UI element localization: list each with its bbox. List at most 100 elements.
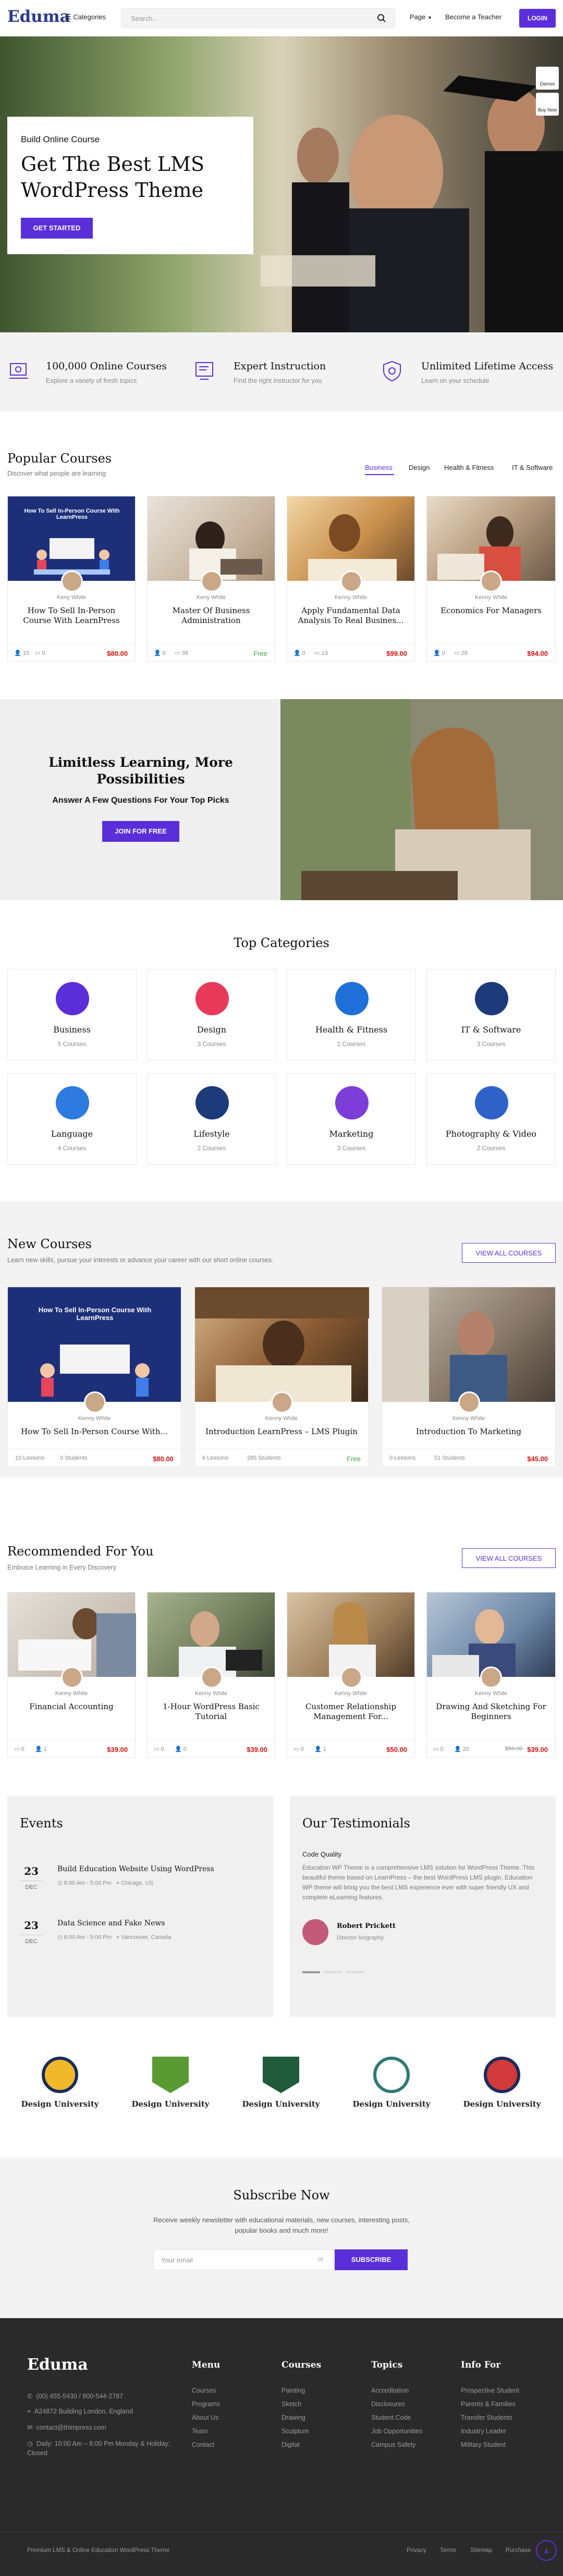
demos-side-button[interactable]: Demos [536,67,559,90]
footer-bottom-link-purchase[interactable]: Purchase [506,2547,531,2554]
footer-link[interactable]: Prospective Student [461,2387,519,2394]
popular-course-card-4[interactable]: Kenny White Economics For Managers 👤 0 ▭… [426,496,556,662]
thumbnail-photo [382,1287,507,1402]
popular-course-card-1[interactable]: How To Sell In-Person Course With LearnP… [7,496,136,662]
category-count: 1 Courses [337,1040,366,1048]
category-card-photography[interactable]: Photography & Video 2 Courses [426,1073,556,1165]
login-button[interactable]: LOGIN [519,9,556,28]
category-card-design[interactable]: Design 3 Courses [147,969,276,1061]
category-count: 3 Courses [337,1144,366,1152]
course-meta: 0 Lessons 51 Students $45.00 [382,1449,555,1467]
subscribe-button[interactable]: SUBSCRIBE [335,2249,408,2270]
join-for-free-button[interactable]: JOIN FOR FREE [102,821,179,842]
recommended-card-2[interactable]: Kenny White 1-Hour WordPress Basic Tutor… [147,1592,275,1758]
footer-link[interactable]: Digital [282,2441,300,2448]
new-course-card-1[interactable]: How To Sell In-Person Course With LearnP… [7,1287,181,1467]
footer-bottom-link-terms[interactable]: Terms [440,2547,456,2554]
footer-email[interactable]: ✉ contact@thimpress.com [27,2423,106,2431]
nav-page[interactable]: Page ▼ [410,13,432,21]
footer-link[interactable]: Job Opportunities [371,2428,422,2435]
event-date-1: 23 DEC [20,1865,43,1890]
course-title[interactable]: How To Sell In-Person Course With LearnP… [8,606,135,626]
category-card-lifestyle[interactable]: Lifestyle 2 Courses [147,1073,276,1165]
footer-link[interactable]: Accreditation [371,2387,409,2394]
tab-design[interactable]: Design [409,464,430,471]
recommended-card-3[interactable]: Kenny White Customer Relationship Manage… [287,1592,415,1758]
popular-course-card-3[interactable]: Kenny White Apply Fundamental Data Analy… [287,496,415,662]
footer-link[interactable]: Sketch [282,2400,301,2408]
recommended-card-4[interactable]: Kenny White Drawing And Sketching For Be… [426,1592,556,1758]
new-course-card-3[interactable]: Kenny White Introduction To Marketing 0 … [382,1287,556,1467]
footer-link[interactable]: Programs [192,2400,220,2408]
course-meta: ▭ 0 👤 1 $50.00 [287,1739,414,1758]
course-title[interactable]: Master Of Business Administration [148,606,275,626]
feature-title-1: 100,000 Online Courses [46,360,167,372]
category-card-health[interactable]: Health & Fitness 1 Courses [287,969,416,1061]
footer-link[interactable]: Disclosures [371,2400,405,2408]
footer-link[interactable]: Painting [282,2387,305,2394]
course-title[interactable]: Apply Fundamental Data Analysis To Real … [287,606,414,626]
footer-link[interactable]: Team [192,2428,208,2435]
course-title[interactable]: Introduction LearnPress – LMS Plugin [195,1427,368,1437]
course-title[interactable]: 1-Hour WordPress Basic Tutorial [148,1702,275,1722]
view-all-recommended-button[interactable]: VIEW ALL COURSES [462,1548,556,1568]
footer-link[interactable]: Courses [192,2387,216,2394]
get-started-button[interactable]: GET STARTED [21,218,93,239]
search-input[interactable]: Search... [121,8,395,28]
footer-bottom-link-privacy[interactable]: Privacy [407,2547,426,2554]
view-all-new-courses-button[interactable]: VIEW ALL COURSES [462,1243,556,1263]
categories-menu-button[interactable]: ☰ Categories [65,13,106,21]
popular-course-card-2[interactable]: Keny White Master Of Business Administra… [147,496,275,662]
event-title-2[interactable]: Data Science and Fake News [57,1919,165,1927]
lessons-count: 10 Lessons [15,1455,45,1461]
footer-link[interactable]: Parents & Families [461,2400,516,2408]
site-logo[interactable]: Eduma [7,7,70,26]
email-input[interactable]: Your email ✉ [153,2249,334,2270]
lessons-count: ▭ 0 [433,1746,444,1752]
nav-become-teacher[interactable]: Become a Teacher [445,13,501,21]
event-title-1[interactable]: Build Education Website Using WordPress [57,1865,214,1873]
course-title[interactable]: Customer Relationship Management For... [287,1702,414,1722]
tab-business[interactable]: Business [365,464,393,471]
footer-link[interactable]: Industry Leader [461,2428,506,2435]
carousel-dot[interactable] [324,1971,342,1973]
footer-logo[interactable]: Eduma [27,2356,88,2374]
footer-link[interactable]: Contact [192,2441,214,2448]
recommended-card-1[interactable]: Kenny White Financial Accounting ▭ 0 👤 1… [7,1592,136,1758]
tab-it-software[interactable]: IT & Software [512,464,553,471]
category-card-language[interactable]: Language 4 Courses [7,1073,137,1165]
back-to-top-icon[interactable]: ▲ [536,2540,557,2561]
new-course-card-2[interactable]: Kenny White Introduction LearnPress – LM… [194,1287,369,1467]
tab-health-fitness[interactable]: Health & Fitness [444,464,494,471]
category-card-it[interactable]: IT & Software 3 Courses [426,969,556,1061]
footer-col-title-topics: Topics [371,2360,403,2370]
course-title[interactable]: Economics For Managers [427,606,555,616]
testimonial-avatar [302,1919,328,1945]
footer-link[interactable]: Drawing [282,2414,305,2421]
footer-link[interactable]: Student Code [371,2414,411,2421]
course-title[interactable]: How To Sell In-Person Course With... [8,1427,181,1437]
footer-link[interactable]: Campus Safety [371,2441,415,2448]
lessons-count: ▭ 0 [14,1746,25,1752]
course-title[interactable]: Introduction To Marketing [382,1427,555,1437]
course-title[interactable]: Drawing And Sketching For Beginners [427,1702,555,1722]
course-title[interactable]: Financial Accounting [8,1702,135,1712]
buy-now-side-button[interactable]: Buy Now [536,93,559,116]
footer-link[interactable]: About Us [192,2414,218,2421]
category-card-business[interactable]: Business 5 Courses [7,969,137,1061]
course-author: Keny White [56,594,87,601]
footer-bottom-link-sitemap[interactable]: Sitemap [470,2547,492,2554]
course-meta: ▭ 0 👤 0 $39.00 [148,1739,275,1758]
course-thumbnail [195,1287,369,1402]
footer-link[interactable]: Sculpture [282,2428,309,2435]
course-price: $39.00 [527,1746,548,1753]
carousel-dot[interactable] [346,1971,364,1973]
carousel-dot-active[interactable] [302,1971,320,1973]
footer-link[interactable]: Military Student [461,2441,506,2448]
feature-subtitle-2: Find the right instructor for you [234,377,322,384]
footer-link[interactable]: Transfer Students [461,2414,512,2421]
author-avatar [480,1666,502,1688]
recommended-title: Recommended For You [7,1544,154,1559]
search-icon[interactable] [377,14,386,23]
category-card-marketing[interactable]: Marketing 3 Courses [287,1073,416,1165]
